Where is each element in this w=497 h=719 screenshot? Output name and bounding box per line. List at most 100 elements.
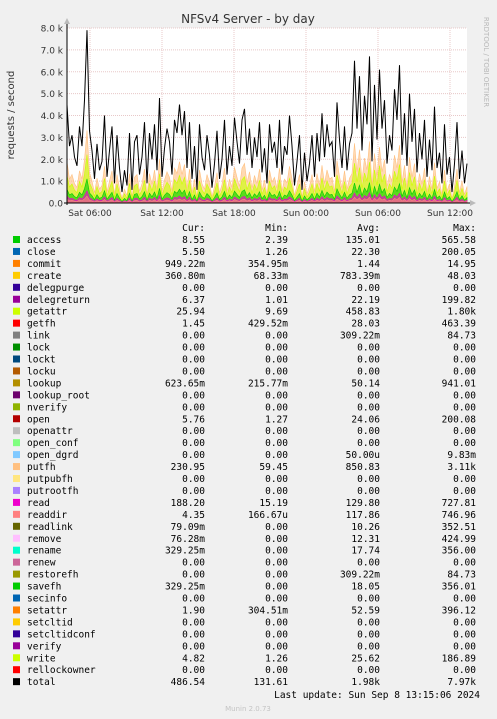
legend-swatch [13, 403, 20, 411]
legend-avg: 0.00 [357, 426, 380, 437]
chart: NFSv4 Server - by day requests / second … [6, 12, 490, 219]
legend-min: 0.00 [265, 617, 288, 628]
legend-avg: 22.30 [351, 247, 380, 258]
legend-name: setattr [27, 605, 67, 616]
legend-name: write [27, 653, 56, 664]
legend-name: access [27, 235, 61, 246]
legend-max: 0.00 [453, 641, 476, 652]
legend-row: setattr 1.90 304.51m 52.59 396.12 [13, 605, 476, 616]
legend-min: 0.00 [265, 283, 288, 294]
rrdtool-watermark: RRDTOOL / TOBI OETIKER [482, 17, 490, 107]
legend-min: 0.00 [265, 402, 288, 413]
legend-max: 0.00 [453, 558, 476, 569]
legend-swatch [13, 570, 20, 578]
legend-swatch [13, 642, 20, 650]
legend-row: lookup_root 0.00 0.00 0.00 0.00 [13, 390, 476, 401]
legend-max: 186.89 [442, 653, 477, 664]
y-tick-label: 5.0 k [41, 90, 64, 100]
legend-avg: 1.98k [351, 677, 380, 688]
y-tick-label: 3.0 k [41, 134, 64, 144]
legend-min: 354.95m [248, 259, 288, 270]
legend-name: open [27, 414, 50, 425]
legend-name: setcltid [27, 617, 73, 628]
y-axis-arrow [64, 18, 70, 24]
legend-min: 0.00 [265, 641, 288, 652]
legend-name: setcltidconf [27, 629, 96, 640]
legend-avg: 50.14 [351, 378, 380, 389]
legend-swatch [13, 582, 20, 590]
legend-cur: 329.25m [165, 582, 205, 593]
legend-cur: 949.22m [165, 259, 205, 270]
legend-swatch [13, 546, 20, 554]
legend-max: 396.12 [442, 605, 476, 616]
chart-title: NFSv4 Server - by day [181, 12, 315, 26]
legend-row: delegreturn 6.37 1.01 22.19 199.82 [13, 295, 476, 306]
legend-min: 0.00 [265, 570, 288, 581]
legend-cur: 623.65m [165, 378, 205, 389]
legend-swatch [13, 415, 20, 423]
legend-min: 0.00 [265, 331, 288, 342]
legend-cur: 188.20 [171, 498, 206, 509]
legend-row: write 4.82 1.26 25.62 186.89 [13, 653, 476, 664]
legend-min: 1.26 [265, 653, 288, 664]
legend-min: 0.00 [265, 522, 288, 533]
legend-min: 68.33m [254, 271, 289, 282]
legend-swatch [13, 259, 20, 267]
legend-row: verify 0.00 0.00 0.00 0.00 [13, 641, 476, 652]
legend-max: 200.05 [442, 247, 476, 258]
legend-max: 84.73 [447, 331, 476, 342]
legend-cur: 0.00 [182, 474, 205, 485]
legend-max: 0.00 [453, 402, 476, 413]
legend-swatch [13, 283, 20, 291]
legend-min: 0.00 [265, 390, 288, 401]
legend-min: 0.00 [265, 474, 288, 485]
legend-avg: 850.83 [346, 462, 380, 473]
legend-avg: 0.00 [357, 355, 380, 366]
legend-swatch [13, 355, 20, 363]
x-tick-label: Sat 18:00 [212, 209, 256, 219]
legend-row: openattr 0.00 0.00 0.00 0.00 [13, 426, 476, 437]
legend-swatch [13, 307, 20, 315]
legend-min: 15.19 [259, 498, 288, 509]
legend-name: putpubfh [27, 474, 73, 485]
legend-avg: 0.00 [357, 438, 380, 449]
legend-row: putfh 230.95 59.45 850.83 3.11k [13, 462, 476, 473]
legend-avg: 0.00 [357, 390, 380, 401]
legend-max: 746.96 [442, 510, 477, 521]
legend-swatch [13, 666, 20, 674]
legend-swatch [13, 486, 20, 494]
x-tick-label: Sun 00:00 [283, 209, 329, 219]
legend-swatch [13, 379, 20, 387]
legend-swatch [13, 451, 20, 459]
legend-row: getattr 25.94 9.69 458.83 1.80k [13, 307, 476, 318]
legend-swatch [13, 391, 20, 399]
legend-row: getfh 1.45 429.52m 28.03 463.39 [13, 319, 476, 330]
legend-max: 356.00 [442, 546, 477, 557]
legend-row: putrootfh 0.00 0.00 0.00 0.00 [13, 486, 476, 497]
legend-min: 0.00 [265, 343, 288, 354]
x-tick-label: Sun 06:00 [355, 209, 401, 219]
legend-name: secinfo [27, 594, 67, 605]
legend-row: read 188.20 15.19 129.80 727.81 [13, 498, 476, 509]
legend-swatch [13, 498, 20, 506]
y-tick-label: 0.0 [49, 200, 64, 210]
x-tick-label: Sun 12:00 [427, 209, 473, 219]
legend-max: 0.00 [453, 390, 476, 401]
legend-max: 199.82 [442, 295, 476, 306]
legend-max: 1.80k [447, 307, 476, 318]
legend-max: 3.11k [447, 462, 476, 473]
legend-min: 0.00 [265, 594, 288, 605]
legend-min: 0.00 [265, 438, 288, 449]
legend-min: 0.00 [265, 665, 288, 676]
legend-max: 7.97k [447, 677, 476, 688]
y-axis-label: requests / second [6, 71, 17, 160]
legend-row: setcltid 0.00 0.00 0.00 0.00 [13, 617, 476, 628]
legend-swatch [13, 678, 20, 686]
legend-row: open_dgrd 0.00 0.00 50.00u 9.83m [13, 450, 476, 461]
legend-min: 0.00 [265, 426, 288, 437]
legend-max: 941.01 [442, 378, 477, 389]
legend-row: readdir 4.35 166.67u 117.86 746.96 [13, 510, 476, 521]
legend-row: delegpurge 0.00 0.00 0.00 0.00 [13, 283, 476, 294]
legend-cur: 0.00 [182, 426, 205, 437]
legend-name: lookup_root [27, 390, 90, 401]
